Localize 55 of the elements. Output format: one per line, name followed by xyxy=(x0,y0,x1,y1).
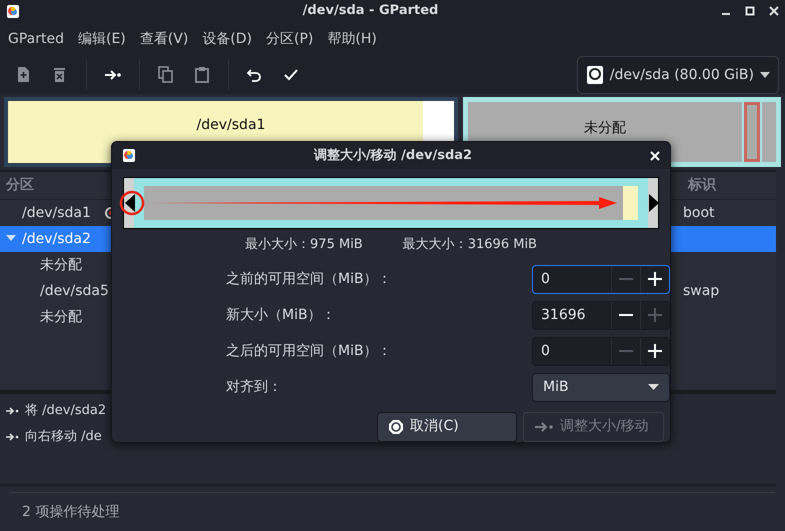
clipboard-icon xyxy=(193,66,211,84)
max-size-text: 最大大小：31696 MiB xyxy=(402,236,537,254)
partition-name: /dev/sda1 xyxy=(196,116,266,135)
menu-item[interactable]: 分区(P) xyxy=(266,28,314,50)
app-icon xyxy=(6,4,20,18)
value-input[interactable]: 0 xyxy=(533,338,611,364)
plus-icon xyxy=(648,308,662,322)
spin-field[interactable]: 0 xyxy=(532,264,670,294)
field-label: 之后的可用空间（MiB）： xyxy=(226,342,393,360)
plus-icon xyxy=(648,272,662,286)
operation-text: 向右移动 /de xyxy=(25,428,102,446)
field-label: 之前的可用空间（MiB）： xyxy=(226,270,393,288)
field-label: 对齐到： xyxy=(226,378,283,396)
status-text: 2 项操作待处理 xyxy=(10,492,775,531)
close-icon[interactable] xyxy=(769,6,779,16)
menu-item[interactable]: 设备(D) xyxy=(202,28,252,50)
caret-icon xyxy=(760,72,770,78)
window-title: /dev/sda - GParted xyxy=(302,2,440,20)
operation-text: 将 /dev/sda2 xyxy=(25,402,106,420)
min-size-text: 最小大小：975 MiB xyxy=(245,236,363,254)
value-input[interactable]: 31696 xyxy=(533,302,611,328)
partition-name: 未分配 xyxy=(583,119,627,138)
maximize-icon[interactable] xyxy=(745,6,755,16)
menu-item[interactable]: 帮助(H) xyxy=(327,28,377,50)
stop-icon xyxy=(388,418,404,434)
flag-label: swap xyxy=(683,282,720,300)
partition-name: /dev/sda1 xyxy=(22,204,91,222)
minus-icon xyxy=(619,350,633,352)
expander-down-icon[interactable] xyxy=(6,235,16,243)
plus-icon xyxy=(648,344,662,358)
spin-field[interactable]: 0 xyxy=(532,336,670,366)
annotation-circle xyxy=(119,190,145,216)
align-dropdown[interactable]: MiB xyxy=(532,372,670,402)
minus-icon xyxy=(619,278,633,280)
value-input[interactable]: 0 xyxy=(533,266,611,292)
cancel-button[interactable]: 取消(C) xyxy=(377,412,517,442)
free-space-block xyxy=(623,186,638,220)
column-header[interactable]: 分区 xyxy=(6,175,34,196)
copy-icon xyxy=(157,66,175,84)
partition-name: /dev/sda5 xyxy=(40,282,109,300)
field-label: 新大小（MiB）： xyxy=(226,306,337,324)
spin-field[interactable]: 31696 xyxy=(532,300,670,330)
menu-item[interactable]: 编辑(E) xyxy=(78,28,126,50)
menu-item[interactable]: GParted xyxy=(8,28,64,50)
app-icon xyxy=(122,148,136,163)
partition-name: /dev/sda2 xyxy=(22,230,91,248)
minus-icon xyxy=(619,314,633,316)
flag-label: boot xyxy=(683,204,715,222)
arrow-right-icon xyxy=(5,432,19,442)
caret-icon xyxy=(648,384,659,390)
arrow-right-icon xyxy=(534,420,554,432)
menu-item[interactable]: 查看(V) xyxy=(140,28,188,50)
device-selector[interactable]: /dev/sda (80.00 GiB) xyxy=(576,56,779,94)
arrow-right-icon xyxy=(5,406,19,416)
column-header[interactable]: 标识 xyxy=(688,175,716,196)
